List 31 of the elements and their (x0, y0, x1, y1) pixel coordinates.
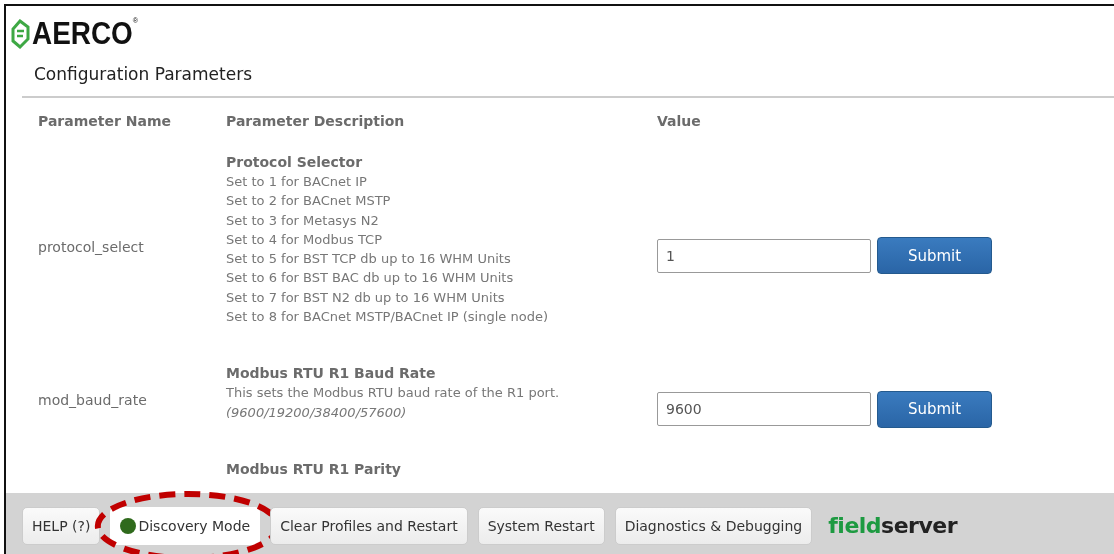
parameter-description: Set to 8 for BACnet MSTP/BACnet IP (single node) (226, 308, 549, 327)
footer-button[interactable]: Discovery Mode (110, 506, 261, 545)
footer-button[interactable]: Clear Profiles and Restart (270, 506, 468, 545)
column-header: Value (657, 113, 702, 129)
footer-button[interactable]: HELP (?) (22, 506, 101, 545)
footer-button[interactable]: Diagnostics & Debugging (614, 506, 813, 545)
submit-button[interactable]: Submit (877, 237, 992, 275)
parameter-title: Protocol Selector (226, 153, 364, 172)
column-header: Parameter Description (226, 113, 406, 129)
parameter-name: mod_baud_rate (38, 392, 147, 409)
company-logo: AERCO$^{®}$ (32, 16, 139, 52)
logo-leaf-icon (10, 19, 30, 49)
parameter-description: Set to 1 for BACnet IP (226, 173, 368, 191)
value-field[interactable]: 9600 (657, 392, 871, 427)
parameter-title: Modbus RTU R1 Baud Rate (226, 364, 437, 384)
parameter-name: protocol_select (38, 238, 144, 255)
submit-button[interactable]: Submit (877, 390, 992, 428)
parameter-description: Set to 7 for BST N2 db up to 16 WHM Units (226, 288, 506, 307)
parameter-description: (9600/19200/38400/57600) (226, 403, 408, 422)
parameter-description: Set to 5 for BST TCP db up to 16 WHM Units (226, 250, 512, 269)
column-header: Parameter Name (38, 113, 172, 129)
brand-logo: fieldserver (828, 513, 958, 538)
parameter-title: Modbus RTU R1 Parity (226, 459, 402, 479)
parameter-description: This sets the Modbus RTU baud rate of the R1 port. (226, 384, 561, 403)
page-title: Configuration Parameters (34, 64, 253, 84)
value-field[interactable]: 1 (657, 238, 871, 273)
parameter-description: Set to 3 for Metasys N2 (226, 211, 380, 230)
parameter-description: Set to 6 for BST BAC db up to 16 WHM Units (226, 269, 515, 288)
footer-button[interactable]: System Restart (477, 506, 605, 545)
parameter-description: Set to 4 for Modbus TCP (226, 230, 383, 249)
parameter-description: Set to 2 for BACnet MSTP (226, 192, 392, 211)
